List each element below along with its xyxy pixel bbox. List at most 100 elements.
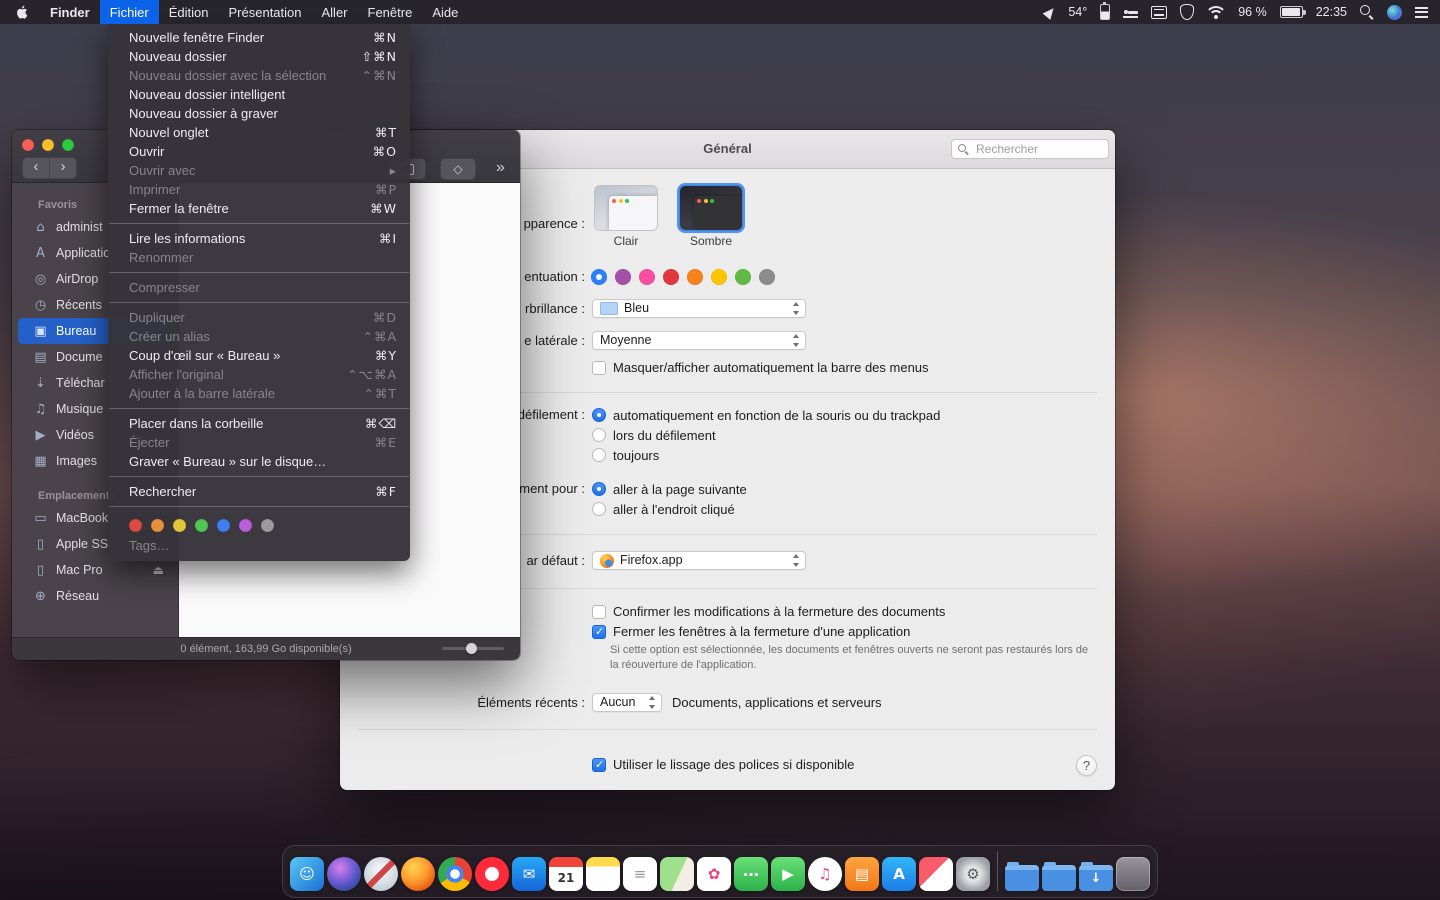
sidebar-size-select[interactable]: Moyenne [592,331,806,350]
dock-item-facetime[interactable]: ▶ [771,857,805,891]
dock-item[interactable] [997,851,998,891]
menu-item-tags[interactable]: Tags… [108,536,410,555]
dock-item-news[interactable] [919,857,953,891]
dock-item-safari[interactable] [364,857,398,891]
menu-item-nouveau-dossier-a-graver[interactable]: Nouveau dossier à graver [108,104,410,123]
bed-icon[interactable] [1123,6,1138,18]
menu-item-nouveau-dossier[interactable]: Nouveau dossier ⇧⌘N [108,47,410,66]
menu-item[interactable] [109,223,409,224]
menubar-item-fichier[interactable]: Fichier [100,0,159,24]
confirm-close-checkbox[interactable] [592,605,606,619]
menu-item[interactable] [109,408,409,409]
location-icon[interactable] [1045,7,1055,18]
help-button[interactable]: ? [1076,755,1097,776]
prefs-search-field[interactable] [951,139,1109,159]
spotlight-icon[interactable] [1360,5,1374,19]
dock-item-calendar[interactable]: 21 [549,857,583,891]
dock-item-folder-2[interactable] [1042,865,1076,891]
radio-control[interactable] [592,482,606,496]
highlight-color-select[interactable]: Bleu [592,299,806,318]
menubar-item-edition[interactable]: Édition [159,0,219,24]
menu-item-fermer-la-fenetre[interactable]: Fermer la fenêtre ⌘W [108,199,410,218]
close-button[interactable] [22,139,34,151]
menu-item-rechercher[interactable]: Rechercher ⌘F [108,482,410,501]
menu-item[interactable] [109,302,409,303]
menu-item-coup-d-il-sur-bureau[interactable]: Coup d'œil sur « Bureau » ⌘Y [108,346,410,365]
dock-item-chrome[interactable] [438,857,472,891]
icon-size-slider[interactable] [442,647,504,650]
menu-item-ajouter-a-la-barre-laterale[interactable]: Ajouter à la barre latérale ⌃⌘T [108,384,410,403]
back-button[interactable]: ‹ [22,157,50,179]
menubar-item-aide[interactable]: Aide [422,0,468,24]
radio-control[interactable] [592,448,606,462]
close-windows-checkbox[interactable] [592,625,606,639]
accent-color-red[interactable] [663,269,679,285]
dock-item-downloads[interactable]: ↓ [1079,865,1113,891]
scrollbars-option-lors-du-defilement[interactable]: lors du défilement [592,425,940,445]
dock-item-opera[interactable] [475,857,509,891]
dock-item-trash[interactable] [1116,857,1150,891]
dock-item-maps[interactable] [660,857,694,891]
battery-icon[interactable] [1280,6,1303,18]
dock-item-messages[interactable]: … [734,857,768,891]
accent-color-orange[interactable] [687,269,703,285]
shield-icon[interactable] [1180,4,1194,20]
dock-item-app-store[interactable]: A [882,857,916,891]
toolbar-overflow-button[interactable]: » [496,158,505,178]
tag-color-green[interactable] [195,519,208,532]
tags-button[interactable]: ◇ [440,158,476,180]
dock-item-itunes[interactable]: ♫ [808,857,842,891]
dock-item-system-preferences[interactable]: ⚙ [956,857,990,891]
menu-item-nouvel-onglet[interactable]: Nouvel onglet ⌘T [108,123,410,142]
menu-item-afficher-l-original[interactable]: Afficher l'original ⌃⌥⌘A [108,365,410,384]
accent-color-pink[interactable] [639,269,655,285]
scrollbars-option-toujours[interactable]: toujours [592,445,940,465]
tag-color-yellow[interactable] [173,519,186,532]
dock-item-notes[interactable] [586,857,620,891]
menu-item-dupliquer[interactable]: Dupliquer ⌘D [108,308,410,327]
accent-color-green[interactable] [735,269,751,285]
menu-item-nouveau-dossier-avec-la-selection[interactable]: Nouveau dossier avec la sélection ⌃⌘N [108,66,410,85]
menubar-item-finder[interactable]: Finder [40,0,100,24]
dock-item-photos[interactable]: ✿ [697,857,731,891]
radio-control[interactable] [592,502,606,516]
menu-item-lire-les-informations[interactable]: Lire les informations ⌘I [108,229,410,248]
search-input[interactable] [974,141,1102,157]
radio-control[interactable] [592,408,606,422]
wifi-icon[interactable] [1207,6,1225,19]
menubar-item-aller[interactable]: Aller [312,0,358,24]
notification-center-icon[interactable] [1415,7,1428,18]
menu-item-graver-bureau-sur-le-disque[interactable]: Graver « Bureau » sur le disque… [108,452,410,471]
scroll-click-option-aller-a-l-endroit-clique[interactable]: aller à l'endroit cliqué [592,499,747,519]
tag-color-blue[interactable] [217,519,230,532]
tag-color-purple[interactable] [239,519,252,532]
temperature-status[interactable]: 54° [1068,5,1087,19]
accent-color-purple[interactable] [615,269,631,285]
dock-item-firefox[interactable] [401,857,435,891]
tag-color-gray[interactable] [261,519,274,532]
dock-item-finder[interactable]: ☺ [290,857,324,891]
recent-items-select[interactable]: Aucun [592,693,662,712]
dock-item-siri[interactable] [327,857,361,891]
printer-icon[interactable] [1151,6,1167,19]
tag-color-red[interactable] [129,519,142,532]
menu-bar-clock[interactable]: 22:35 [1316,5,1347,19]
menu-item-imprimer[interactable]: Imprimer ⌘P [108,180,410,199]
accent-color-yellow[interactable] [711,269,727,285]
menu-item-nouvelle-fenetre-finder[interactable]: Nouvelle fenêtre Finder ⌘N [108,28,410,47]
forward-button[interactable]: › [50,157,77,179]
menu-item-compresser[interactable]: Compresser [108,278,410,297]
default-browser-select[interactable]: Firefox.app [592,551,806,570]
minimize-button[interactable] [42,139,54,151]
menu-item-placer-dans-la-corbeille[interactable]: Placer dans la corbeille ⌘⌫ [108,414,410,433]
zoom-button[interactable] [62,139,74,151]
appearance-option-clair[interactable] [595,186,657,230]
menubar-item-fenetre[interactable]: Fenêtre [358,0,423,24]
sidebar-item-reseau[interactable]: ⊕ Réseau [18,583,172,609]
tag-color-orange[interactable] [151,519,164,532]
menubar-item-presentation[interactable]: Présentation [219,0,312,24]
scrollbars-option-automatiquement-en-fonction-de-la-souris-ou-du-trackpad[interactable]: automatiquement en fonction de la souris… [592,405,940,425]
menu-item-ouvrir[interactable]: Ouvrir ⌘O [108,142,410,161]
menu-item[interactable] [109,272,409,273]
menu-item[interactable] [109,506,409,507]
